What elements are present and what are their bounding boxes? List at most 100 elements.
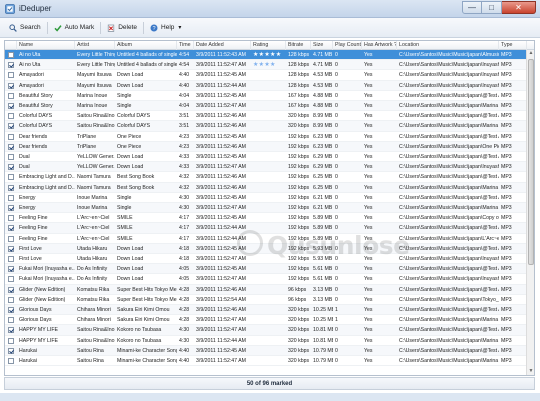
table-row[interactable]: Fukai Mori (Inuyasha e... Do As Infinity D… (5, 274, 534, 285)
mark-checkbox[interactable] (8, 317, 14, 324)
column-header-date-added[interactable]: Date Added (194, 41, 251, 50)
search-button[interactable]: Search (5, 20, 45, 36)
mark-checkbox[interactable] (8, 174, 14, 181)
delete-button[interactable]: Delete (103, 20, 141, 36)
table-row[interactable]: Beautiful Story Marina Inoue Single 4:04 3/9… (5, 91, 534, 101)
mark-checkbox[interactable] (8, 307, 14, 314)
table-row[interactable]: Dear friends TriPlane One Piece 4:23 3/9/201… (5, 141, 534, 152)
column-header-time[interactable]: Time (177, 41, 194, 50)
table-row[interactable]: Colorful DAYS Saitou Rina&Ino... Colorful … (5, 111, 534, 122)
mark-checkbox[interactable] (8, 103, 14, 110)
cell-has-artwork: Yes (364, 266, 373, 273)
svg-text:?: ? (153, 26, 156, 32)
table-row[interactable]: Glider (New Edition) Komatsu Rika Super Be… (5, 284, 534, 295)
table-row[interactable]: HAPPY MY LIFE Saitou Rina&Ino... Kokoro no… (5, 325, 534, 336)
cell-album: Super Best Hits Tokyo Me... (117, 296, 177, 303)
mark-checkbox[interactable] (8, 276, 14, 283)
scrollbar-thumb[interactable] (528, 59, 534, 265)
close-button[interactable]: ✕ (502, 1, 536, 14)
mark-checkbox[interactable] (8, 123, 14, 130)
table-row[interactable]: Embracing Light and D... Naomi Tamura Best… (5, 172, 534, 183)
mark-checkbox[interactable] (8, 245, 14, 252)
cell-artist: Mayumi Itsuwa (77, 82, 112, 89)
column-header-type[interactable]: Type (499, 41, 527, 50)
checkmark-icon (54, 24, 62, 32)
cell-name: First Love (19, 256, 42, 262)
table-row[interactable]: Dual YeLLOW Gener... Down Load 4:33 3/9/2011… (5, 152, 534, 163)
column-header-has-artwork[interactable]: Has Artwork ? (362, 41, 397, 50)
vertical-scrollbar[interactable]: ▲ ▼ (526, 50, 534, 375)
cell-artist: Utada Hikaru (77, 245, 108, 252)
table-row[interactable]: Embracing Light and D... Naomi Tamura Best… (5, 182, 534, 193)
maximize-button[interactable]: □ (482, 1, 502, 14)
cell-name: Feeling Fine (19, 235, 48, 242)
table-row[interactable]: Glorious Days Chihara Minori Sakura Eiri K… (5, 305, 534, 316)
mark-checkbox[interactable] (8, 143, 14, 150)
table-row[interactable]: Glorious Days Chihara Minori Sakura Eiri K… (5, 315, 534, 326)
cell-has-artwork: Yes (364, 205, 373, 211)
cell-has-artwork: Yes (364, 133, 373, 140)
mark-checkbox[interactable] (8, 296, 14, 303)
mark-checkbox[interactable] (8, 82, 14, 89)
minimize-button[interactable]: — (462, 1, 482, 14)
mark-checkbox[interactable] (8, 133, 14, 140)
cell-time: 4:04 (179, 92, 190, 99)
table-row[interactable]: Dear friends TriPlane One Piece 4:23 3/9/201… (5, 132, 534, 142)
column-header-name[interactable]: Name (17, 41, 75, 50)
table-row[interactable]: Amayadori Mayumi Itsuwa Down Load 4:40 3/9/2… (5, 80, 534, 91)
mark-checkbox[interactable] (8, 266, 14, 273)
table-row[interactable]: HAPPY MY LIFE Saitou Rina&Ino... Kokoro no… (5, 336, 534, 346)
cell-play-count: 1 (335, 317, 338, 324)
column-header-rating[interactable]: Rating (251, 41, 286, 50)
mark-checkbox[interactable] (8, 205, 14, 212)
cell-album: Sakura Eiri Kimi Omou (117, 307, 170, 313)
column-header-location[interactable]: Location (397, 41, 499, 50)
table-row[interactable]: Feeling Fine L'Arc~en~Ciel SMILE 4:17 3/9/20… (5, 213, 534, 224)
table-row[interactable]: Amayadori Mayumi Itsuwa Down Load 4:40 3/9/2… (5, 70, 534, 81)
cell-type: MP3 (501, 215, 512, 222)
column-header-album[interactable]: Album (115, 41, 177, 50)
table-row[interactable]: Ai no Uta Every Little Thing Untitled 4 ba… (5, 50, 534, 61)
mark-checkbox[interactable] (8, 225, 14, 232)
cell-play-count: 0 (335, 286, 338, 293)
mark-checkbox[interactable] (8, 337, 14, 344)
scroll-up-icon[interactable]: ▲ (528, 50, 534, 57)
duplicates-table[interactable]: Name Artist Album Time Date Added Rating Bitra… (4, 40, 535, 376)
mark-checkbox[interactable] (8, 52, 14, 59)
table-row[interactable]: Fukai Mori (Inuyasha e... Do As Infinity D… (5, 264, 534, 275)
mark-checkbox[interactable] (8, 358, 14, 365)
table-row[interactable]: Glider (New Edition) Komatsu Rika Super Be… (5, 295, 534, 305)
mark-checkbox[interactable] (8, 256, 14, 263)
table-row[interactable]: Harukai Saitou Rina Minami-ke Character So… (5, 345, 534, 356)
table-row[interactable]: Energy Inoue Marina Single 4:30 3/9/2011 11:… (5, 203, 534, 214)
cell-size: 10.81 MB (313, 327, 333, 334)
mark-checkbox[interactable] (8, 154, 14, 161)
column-header-select[interactable] (5, 41, 17, 50)
mark-checkbox[interactable] (8, 62, 14, 69)
table-row[interactable]: Ai no Uta Every Little Thing Untitled 4 ba… (5, 60, 534, 71)
table-row[interactable]: Harukai Saitou Rina Minami-ke Character So… (5, 356, 534, 367)
help-menu-button[interactable]: ? Help ▾ (146, 20, 185, 36)
column-header-bitrate[interactable]: Bitrate (286, 41, 311, 50)
mark-checkbox[interactable] (8, 113, 14, 120)
mark-checkbox[interactable] (8, 235, 14, 242)
table-row[interactable]: Dual YeLLOW Gener... Down Load 4:33 3/9/2011… (5, 162, 534, 173)
mark-checkbox[interactable] (8, 194, 14, 201)
mark-checkbox[interactable] (8, 164, 14, 171)
mark-checkbox[interactable] (8, 215, 14, 222)
mark-checkbox[interactable] (8, 184, 14, 191)
column-header-size[interactable]: Size (311, 41, 333, 50)
table-row[interactable]: Beautiful Story Marina Inoue Single 4:04 3/9… (5, 101, 534, 112)
mark-checkbox[interactable] (8, 327, 14, 334)
table-row[interactable]: Colorful DAYS Saitou Rina&Ino... Colorful … (5, 121, 534, 132)
scroll-down-icon[interactable]: ▼ (528, 368, 534, 375)
mark-checkbox[interactable] (8, 72, 14, 79)
mark-checkbox[interactable] (8, 347, 14, 354)
auto-mark-button[interactable]: Auto Mark (50, 20, 99, 36)
mark-checkbox[interactable] (8, 92, 14, 99)
table-row[interactable]: Energy Inoue Marina Single 4:30 3/9/2011 11:… (5, 193, 534, 203)
cell-type: MP3 (501, 184, 512, 191)
mark-checkbox[interactable] (8, 286, 14, 293)
column-header-artist[interactable]: Artist (75, 41, 115, 50)
column-header-play-count[interactable]: Play Count (333, 41, 362, 50)
